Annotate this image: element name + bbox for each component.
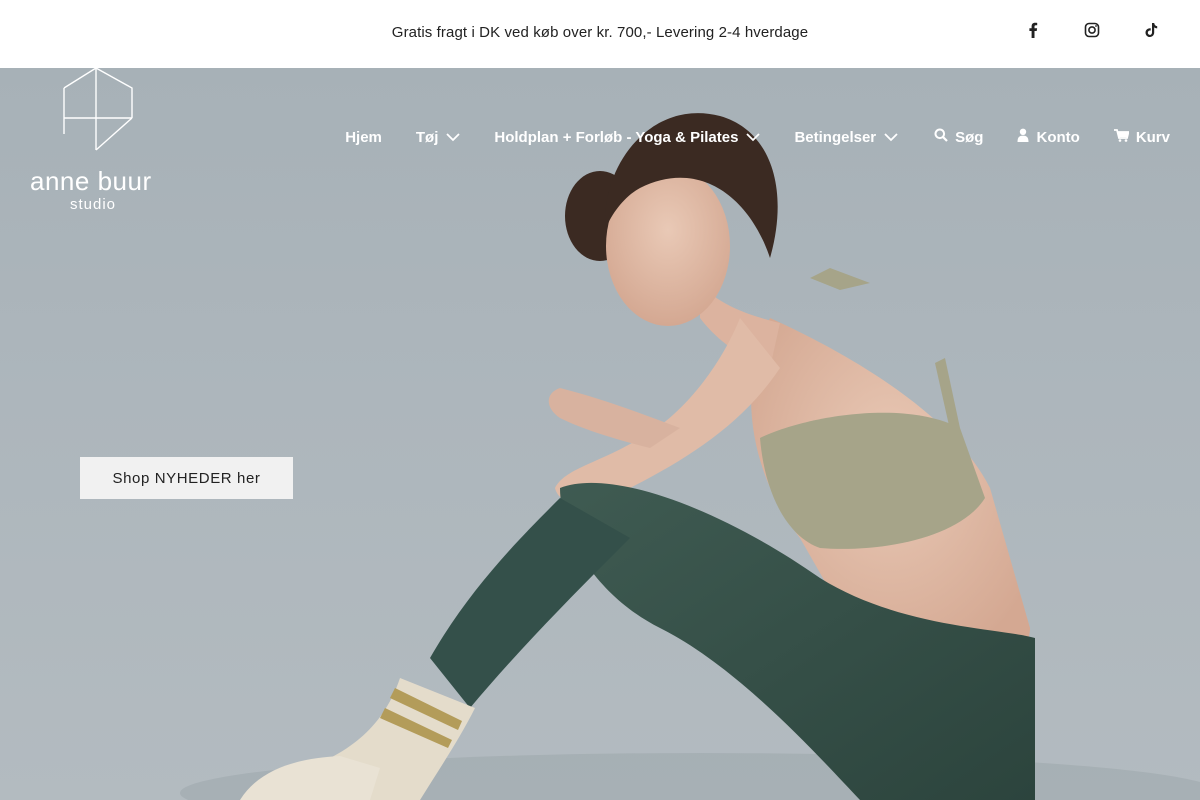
nav-home[interactable]: Hjem [345,129,382,146]
announcement-bar: Gratis fragt i DK ved køb over kr. 700,-… [0,0,1200,68]
nav-schedule[interactable]: Holdplan + Forløb - Yoga & Pilates [494,128,761,146]
nav-terms-label: Betingelser [794,128,877,146]
instagram-icon[interactable] [1081,18,1103,42]
chevron-down-icon [746,129,761,146]
tiktok-icon[interactable] [1140,18,1162,42]
nav-cart[interactable]: Kurv [1113,128,1170,146]
hero-banner [0,68,1200,800]
search-icon [934,128,948,146]
nav-home-label: Hjem [345,128,382,146]
nav-cart-label: Kurv [1135,128,1170,146]
cart-icon [1113,128,1130,146]
social-links [1022,18,1162,42]
nav-account[interactable]: Konto [1017,128,1080,146]
chevron-down-icon [446,129,461,146]
announcement-text: Gratis fragt i DK ved køb over kr. 700,-… [391,24,809,41]
hero-photo [180,113,1200,800]
nav-clothing[interactable]: Tøj [416,129,461,146]
shop-new-button[interactable]: Shop NYHEDER her [80,457,293,499]
nav-clothing-label: Tøj [415,128,439,146]
logo-name: anne buur [30,166,152,196]
nav-search-label: Søg [955,128,984,146]
nav-account-label: Konto [1036,128,1080,146]
nav-search[interactable]: Søg [934,128,983,146]
main-nav: Hjem Tøj Holdplan + Forløb - Yoga & Pila… [345,128,1170,146]
logo-subtitle: studio [70,196,117,213]
user-icon [1017,128,1029,146]
nav-schedule-label: Holdplan + Forløb - Yoga & Pilates [494,128,739,146]
nav-terms[interactable]: Betingelser [794,129,898,146]
chevron-down-icon [884,129,898,146]
logo-mark-icon [63,67,133,151]
facebook-icon[interactable] [1022,18,1044,42]
